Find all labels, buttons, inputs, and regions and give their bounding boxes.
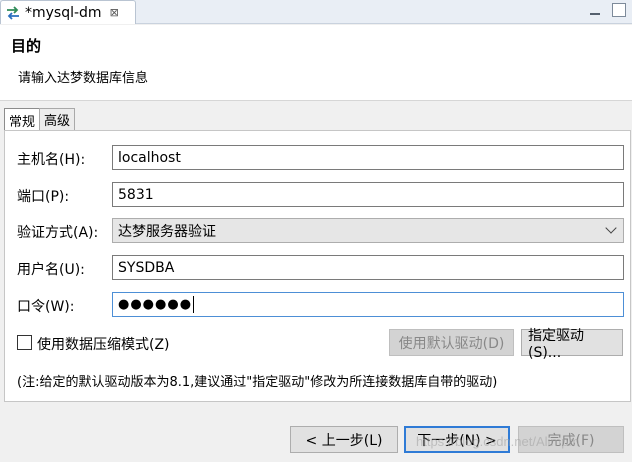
compress-label[interactable]: 使用数据压缩模式(Z) (37, 334, 170, 354)
host-label: 主机名(H): (17, 152, 86, 168)
password-input[interactable]: ●●●●●● (112, 292, 624, 317)
compress-checkbox[interactable] (17, 335, 32, 350)
user-input[interactable]: SYSDBA (112, 255, 624, 280)
port-value: 5831 (118, 186, 154, 203)
specify-driver-button[interactable]: 指定驱动(S)... (521, 328, 623, 361)
tab-general[interactable]: 常规 (4, 108, 41, 131)
user-label: 用户名(U): (17, 262, 85, 278)
host-value: localhost (118, 149, 181, 166)
text-caret (193, 296, 195, 313)
wizard-footer: < 上一步(L) 下一步(N) > 完成(F) (0, 404, 632, 462)
editor-tab-strip: *mysql-dm ⊠ (0, 0, 632, 24)
editor-tab-label: *mysql-dm (25, 4, 102, 21)
password-label: 口令(W): (17, 299, 75, 315)
password-value: ●●●●●● (118, 297, 193, 312)
minimize-icon[interactable] (588, 3, 602, 17)
back-button[interactable]: < 上一步(L) (290, 426, 398, 453)
editor-tab-mysql-dm[interactable]: *mysql-dm ⊠ (0, 0, 136, 24)
watermark: https://blog.csdn.net/Alimpm (416, 434, 580, 449)
maximize-icon[interactable] (612, 3, 626, 17)
wizard-header: 目的 请输入达梦数据库信息 (0, 25, 632, 101)
auth-value: 达梦服务器验证 (118, 223, 216, 240)
page-title: 目的 (11, 37, 42, 55)
tab-advanced[interactable]: 高级 (39, 108, 76, 130)
port-input[interactable]: 5831 (112, 182, 624, 207)
settings-tabs: 常规 高级 (4, 108, 76, 131)
driver-note: (注:给定的默认驱动版本为8.1,建议通过"指定驱动"修改为所连接数据库自带的驱… (17, 375, 498, 390)
auth-select[interactable]: 达梦服务器验证 (112, 218, 624, 243)
host-input[interactable]: localhost (112, 145, 624, 170)
user-value: SYSDBA (118, 259, 175, 276)
chevron-down-icon (605, 222, 617, 234)
transfer-arrows-icon (7, 5, 19, 20)
default-driver-button[interactable]: 使用默认驱动(D) (389, 329, 514, 356)
port-label: 端口(P): (17, 189, 70, 205)
general-panel: 主机名(H): localhost 端口(P): 5831 验证方式(A): 达… (4, 130, 631, 402)
auth-label: 验证方式(A): (17, 225, 99, 241)
window-controls (588, 3, 626, 17)
close-icon[interactable]: ⊠ (110, 6, 119, 19)
page-description: 请输入达梦数据库信息 (18, 71, 149, 86)
